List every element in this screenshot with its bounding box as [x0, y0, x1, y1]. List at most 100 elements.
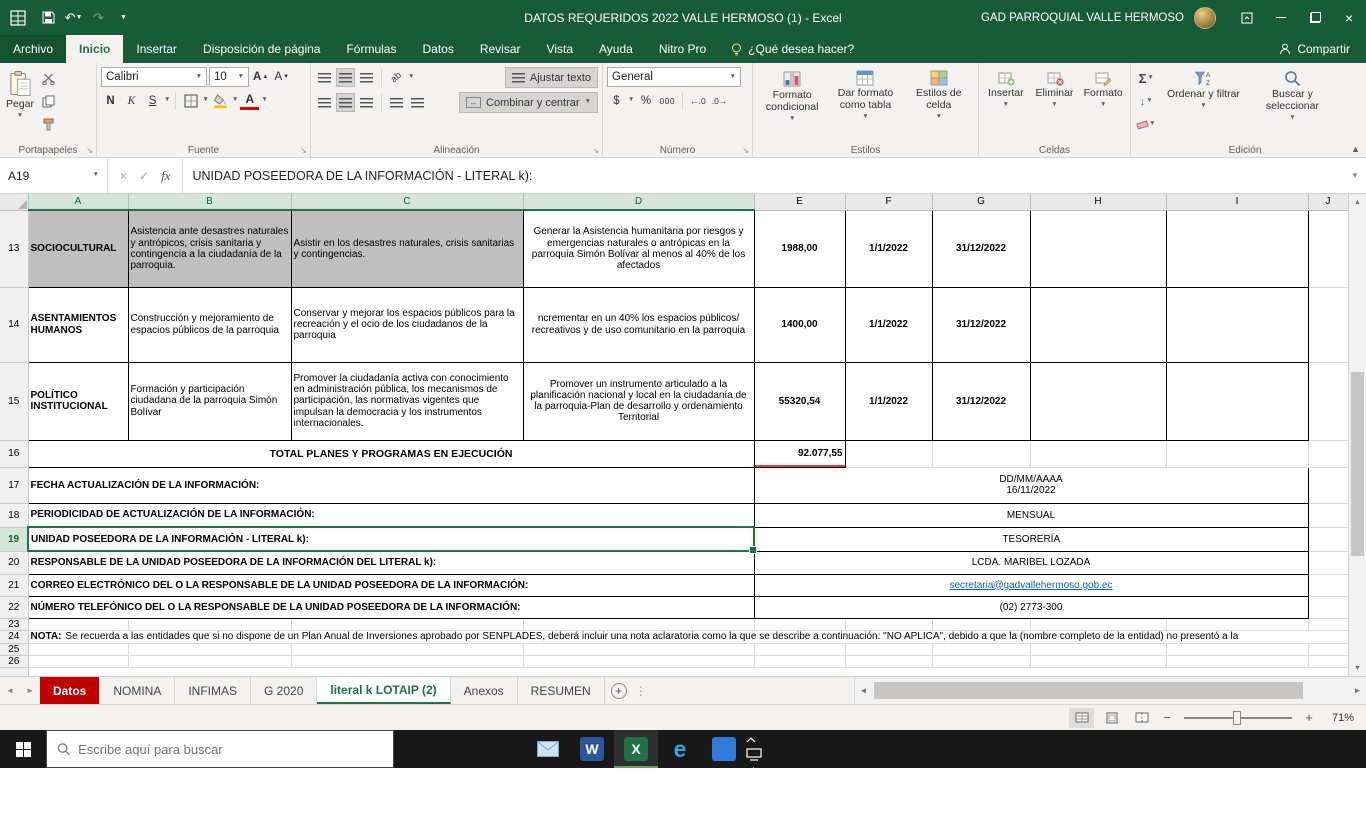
formula-input[interactable]: UNIDAD POSEEDORA DE LA INFORMACIÓN - LIT… — [183, 158, 1344, 193]
language-indicator[interactable]: ESP — [746, 784, 869, 802]
tab-nitro-pro[interactable]: Nitro Pro — [646, 35, 719, 63]
cell-E13[interactable]: 1988,00 — [754, 210, 845, 287]
minimize-button[interactable] — [1264, 0, 1298, 35]
network-tray-button[interactable] — [746, 748, 869, 766]
format-as-table-button[interactable]: Dar formato como tabla▼ — [830, 67, 900, 141]
cell-C25[interactable] — [291, 643, 523, 655]
taskbar-app-package[interactable] — [394, 730, 438, 768]
row-header-22[interactable]: 22 — [0, 596, 28, 618]
cell-I25[interactable] — [1166, 643, 1308, 655]
decrease-indent-button[interactable] — [387, 93, 406, 112]
tab-disposicion[interactable]: Disposición de página — [190, 35, 333, 63]
cell-E14[interactable]: 1400,00 — [754, 287, 845, 362]
merge-center-button[interactable]: ↔ Combinar y centrar ▼ — [459, 92, 598, 113]
undo-button[interactable]: ↶▼ — [61, 0, 86, 35]
cell-I15[interactable] — [1166, 362, 1308, 440]
cell-J16[interactable] — [1308, 440, 1348, 467]
taskbar-clock[interactable]: 16:10 16/11/2022 — [746, 802, 869, 820]
col-header-C[interactable]: C — [291, 194, 523, 210]
cell-C15[interactable]: Promover la ciudadanía activa con conoci… — [291, 362, 523, 440]
sheet-tab-resumen[interactable]: RESUMEN — [518, 677, 605, 704]
cell-J18[interactable] — [1308, 503, 1348, 527]
cell-J25[interactable] — [1308, 643, 1348, 655]
cell-J23[interactable] — [1308, 618, 1348, 630]
cell-A23[interactable] — [28, 618, 128, 630]
taskbar-search[interactable] — [46, 730, 394, 768]
scroll-left-button[interactable]: ◄ — [855, 686, 872, 695]
taskbar-app-file-explorer[interactable] — [482, 730, 526, 768]
col-header-G[interactable]: G — [932, 194, 1030, 210]
maximize-button[interactable] — [1298, 0, 1332, 35]
cell-H15[interactable] — [1030, 362, 1166, 440]
row-header-27[interactable] — [0, 667, 28, 676]
email-link[interactable]: secretaria@gadvallehermoso.gob.ec — [949, 580, 1112, 591]
horizontal-scrollbar[interactable]: ◄ ► — [854, 677, 1366, 704]
row-header-16[interactable]: 16 — [0, 440, 28, 467]
horizontal-scroll-thumb[interactable] — [874, 682, 1303, 699]
sheet-tab-anexos[interactable]: Anexos — [451, 677, 518, 704]
cell-filler[interactable] — [28, 667, 1348, 676]
sheet-nav-right-button[interactable]: ► — [20, 677, 40, 704]
font-dialog-launcher[interactable]: ↘ — [300, 146, 307, 155]
cell-J22[interactable] — [1308, 596, 1348, 618]
tell-me-box[interactable]: ¿Qué desea hacer? — [719, 35, 866, 63]
account-name[interactable]: GAD PARROQUIAL VALLE HERMOSO — [981, 12, 1184, 24]
clipboard-dialog-launcher[interactable]: ↘ — [86, 146, 93, 155]
row-header-15[interactable]: 15 — [0, 362, 28, 440]
col-header-F[interactable]: F — [845, 194, 932, 210]
cell-A19-selected[interactable]: UNIDAD POSEEDORA DE LA INFORMACIÓN - LIT… — [28, 527, 754, 551]
cell-D15[interactable]: Promover un instrumento articulado a la … — [523, 362, 754, 440]
cell-B26[interactable] — [128, 655, 291, 667]
cell-G13[interactable]: 31/12/2022 — [932, 210, 1030, 287]
increase-font-button[interactable]: A▲ — [251, 68, 270, 87]
cell-B13[interactable]: Asistencia ante desastres naturales y an… — [128, 210, 291, 287]
page-break-view-button[interactable] — [1129, 708, 1154, 728]
zoom-level[interactable]: 71% — [1322, 712, 1354, 724]
cell-A16-total-label[interactable]: TOTAL PLANES Y PROGRAMAS EN EJECUCIÓN — [28, 440, 754, 467]
cell-J19[interactable] — [1308, 527, 1348, 551]
tab-datos[interactable]: Datos — [409, 35, 466, 63]
cell-E19-value[interactable]: TESORERÍA — [754, 527, 1308, 551]
font-name-select[interactable]: Calibri▼ — [101, 67, 207, 87]
sort-filter-button[interactable]: AZ Ordenar y filtrar▼ — [1160, 67, 1246, 141]
cell-F23[interactable] — [845, 618, 932, 630]
page-layout-view-button[interactable] — [1099, 708, 1124, 728]
cell-B23[interactable] — [128, 618, 291, 630]
cell-G26[interactable] — [932, 655, 1030, 667]
cell-A20-label[interactable]: RESPONSABLE DE LA UNIDAD POSEEDORA DE LA… — [28, 551, 754, 574]
hidden-icons-button[interactable] — [746, 730, 869, 748]
normal-view-button[interactable] — [1069, 708, 1094, 728]
cell-J15[interactable] — [1308, 362, 1348, 440]
collapse-ribbon-button[interactable]: ▲ — [1351, 144, 1360, 154]
cell-E17-value[interactable]: DD/MM/AAAA 16/11/2022 — [754, 467, 1308, 503]
redo-button[interactable]: ↷ — [86, 0, 111, 35]
number-format-select[interactable]: General▼ — [607, 67, 741, 87]
close-button[interactable]: × — [1332, 0, 1366, 35]
find-select-button[interactable]: Buscar y seleccionar▼ — [1249, 67, 1335, 141]
align-left-button[interactable] — [315, 93, 334, 112]
tab-revisar[interactable]: Revisar — [467, 35, 534, 63]
col-header-A[interactable]: A — [28, 194, 128, 210]
cell-D23[interactable] — [523, 618, 754, 630]
row-header-21[interactable]: 21 — [0, 574, 28, 596]
vertical-scroll-thumb[interactable] — [1351, 372, 1364, 556]
scroll-down-button[interactable]: ▼ — [1349, 660, 1366, 676]
cell-F25[interactable] — [845, 643, 932, 655]
cell-J17[interactable] — [1308, 467, 1348, 503]
font-color-button[interactable]: A — [240, 91, 259, 110]
cell-B15[interactable]: Formación y participación ciudadana de l… — [128, 362, 291, 440]
row-header-17[interactable]: 17 — [0, 467, 28, 503]
cell-G16[interactable] — [932, 440, 1030, 467]
cell-H25[interactable] — [1030, 643, 1166, 655]
conditional-formatting-button[interactable]: Formato condicional▼ — [757, 67, 827, 141]
insert-cells-button[interactable]: Insertar▼ — [983, 67, 1029, 141]
new-sheet-button[interactable]: + — [605, 677, 633, 704]
align-top-button[interactable] — [315, 68, 334, 87]
cell-styles-button[interactable]: Estilos de celda▼ — [904, 67, 974, 141]
avatar[interactable] — [1194, 7, 1216, 29]
cell-J20[interactable] — [1308, 551, 1348, 574]
cell-E23[interactable] — [754, 618, 845, 630]
cell-G14[interactable]: 31/12/2022 — [932, 287, 1030, 362]
qat-customize-button[interactable]: ▼ — [111, 0, 136, 35]
cell-J14[interactable] — [1308, 287, 1348, 362]
